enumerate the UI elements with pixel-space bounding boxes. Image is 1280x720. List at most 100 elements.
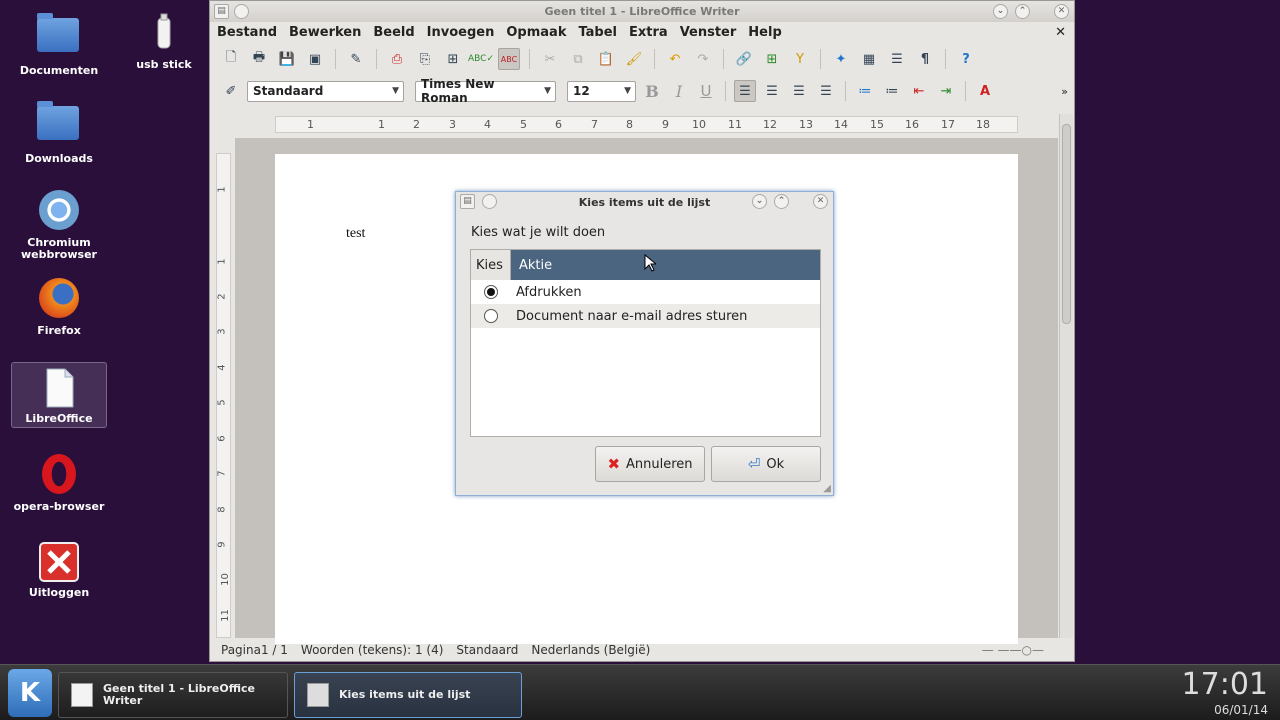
dialog-titlebar[interactable]: ▤ Kies items uit de lijst ⌄ ⌃ ✕ (456, 192, 833, 212)
save-as-icon[interactable]: ▣ (304, 48, 326, 70)
draw-icon[interactable]: Y (789, 48, 811, 70)
maximize-icon[interactable]: ⌃ (774, 194, 789, 209)
close-icon[interactable]: ✕ (813, 194, 828, 209)
resize-grip-icon[interactable]: ◢ (823, 483, 831, 494)
close-document-icon[interactable]: ✕ (1055, 25, 1066, 40)
increase-indent-icon[interactable]: ⇥ (935, 80, 957, 102)
menu-opmaak[interactable]: Opmaak (506, 25, 566, 40)
menu-venster[interactable]: Venster (680, 25, 737, 40)
cut-icon[interactable]: ✂ (539, 48, 561, 70)
window-menu-icon[interactable]: ▤ (214, 4, 229, 19)
ruler-tick: 9 (662, 118, 669, 131)
format-paintbrush-icon[interactable]: 🖌 (623, 48, 645, 70)
paragraph-style-select[interactable]: Standaard ▼ (247, 80, 404, 102)
ruler-tick: 10 (692, 118, 706, 131)
save-icon[interactable]: 💾 (276, 48, 298, 70)
vertical-ruler[interactable]: 1 1 2 3 4 5 6 7 8 9 10 11 (216, 153, 231, 638)
task-dialog[interactable]: Kies items uit de lijst (294, 672, 522, 718)
underline-icon[interactable]: U (695, 80, 717, 102)
italic-icon[interactable]: I (668, 80, 690, 102)
toolbar-separator (376, 49, 377, 69)
minimize-icon[interactable]: ⌄ (752, 194, 767, 209)
font-size-select[interactable]: 12 ▼ (567, 80, 636, 102)
menu-bestand[interactable]: Bestand (217, 25, 277, 40)
horizontal-ruler[interactable]: 1 1 2 3 4 5 6 7 8 9 10 11 12 13 14 15 16… (275, 116, 1018, 133)
styles-icon[interactable]: ✐ (220, 80, 242, 102)
desktop-icon-libreoffice[interactable]: LibreOffice (11, 362, 107, 428)
desktop-icon-opera[interactable]: opera-browser (11, 452, 107, 513)
formatting-marks-icon[interactable]: ¶ (914, 48, 936, 70)
copy-icon[interactable]: ⧉ (567, 48, 589, 70)
menu-extra[interactable]: Extra (629, 25, 668, 40)
desktop-icon-downloads[interactable]: Downloads (11, 100, 107, 165)
vertical-scrollbar[interactable] (1059, 114, 1073, 638)
desktop-icon-usb-stick[interactable]: usb stick (116, 12, 212, 71)
menu-invoegen[interactable]: Invoegen (427, 25, 495, 40)
align-left-icon[interactable]: ☰ (734, 80, 756, 102)
maximize-icon[interactable]: ⌃ (1015, 4, 1030, 19)
autospellcheck-icon[interactable]: ABC (498, 48, 520, 70)
edit-icon[interactable]: ✎ (345, 48, 367, 70)
close-icon[interactable]: ✕ (1054, 4, 1069, 19)
bold-icon[interactable]: B (641, 80, 663, 102)
paste-icon[interactable]: 📋 (595, 48, 617, 70)
navigator-icon[interactable]: ✦ (830, 48, 852, 70)
redo-icon[interactable]: ↷ (692, 48, 714, 70)
align-right-icon[interactable]: ☰ (788, 80, 810, 102)
datasources-icon[interactable]: ☰ (886, 48, 908, 70)
status-language[interactable]: Nederlands (België) (531, 643, 650, 657)
ruler-tick: 4 (216, 364, 228, 371)
radio-email[interactable] (484, 309, 498, 323)
justify-icon[interactable]: ☰ (815, 80, 837, 102)
clock[interactable]: 17:01 06/01/14 (1182, 669, 1268, 718)
font-color-icon[interactable]: A (974, 80, 996, 102)
ruler-tick: 6 (555, 118, 562, 131)
pin-icon[interactable] (234, 4, 249, 19)
status-page[interactable]: Pagina1 / 1 (221, 643, 288, 657)
task-writer[interactable]: Geen titel 1 - LibreOffice Writer (58, 672, 288, 718)
bullet-list-icon[interactable]: ≔ (881, 80, 903, 102)
list-item[interactable]: Afdrukken (471, 280, 820, 304)
minimize-icon[interactable]: ⌄ (993, 4, 1008, 19)
align-center-icon[interactable]: ☰ (761, 80, 783, 102)
scrollbar-thumb[interactable] (1062, 124, 1071, 324)
decrease-indent-icon[interactable]: ⇤ (908, 80, 930, 102)
print-preview-icon[interactable]: ⊞ (442, 48, 464, 70)
menu-tabel[interactable]: Tabel (578, 25, 617, 40)
ok-button[interactable]: ⏎ Ok (711, 446, 821, 482)
toolbar-overflow-icon[interactable]: » (1061, 85, 1068, 98)
pin-icon[interactable] (482, 194, 497, 209)
table-icon[interactable]: ⊞ (761, 48, 783, 70)
export-pdf-icon[interactable]: ⎙ (386, 48, 408, 70)
desktop-icon-chromium[interactable]: Chromium webbrowser (11, 188, 107, 261)
status-style[interactable]: Standaard (456, 643, 518, 657)
hyperlink-icon[interactable]: 🔗 (733, 48, 755, 70)
spellcheck-icon[interactable]: ABC✓ (468, 48, 494, 70)
status-words[interactable]: Woorden (tekens): 1 (4) (301, 643, 444, 657)
new-document-icon[interactable]: 🗋 (220, 48, 242, 70)
desktop-icon-uitloggen[interactable]: Uitloggen (11, 540, 107, 599)
cancel-button[interactable]: ✖ Annuleren (595, 446, 705, 482)
document-text[interactable]: test (346, 226, 365, 242)
writer-titlebar[interactable]: ▤ Geen titel 1 - LibreOffice Writer ⌄ ⌃ … (210, 1, 1074, 22)
zoom-slider[interactable]: — ——○— (982, 643, 1044, 657)
kde-menu-icon[interactable]: K (8, 669, 52, 717)
menu-help[interactable]: Help (748, 25, 781, 40)
font-name-select[interactable]: Times New Roman ▼ (415, 77, 556, 105)
print-icon[interactable]: 🖶 (248, 48, 270, 70)
radio-afdrukken[interactable] (484, 285, 498, 299)
numbered-list-icon[interactable]: ≔ (854, 80, 876, 102)
print-direct-icon[interactable]: ⎘ (414, 48, 436, 70)
window-menu-icon[interactable]: ▤ (460, 194, 475, 209)
menu-beeld[interactable]: Beeld (373, 25, 414, 40)
column-header-kies[interactable]: Kies (471, 250, 511, 280)
menu-bewerken[interactable]: Bewerken (289, 25, 361, 40)
undo-icon[interactable]: ↶ (664, 48, 686, 70)
ruler-tick: 1 (216, 186, 228, 193)
desktop-icon-firefox[interactable]: Firefox (11, 276, 107, 337)
column-header-aktie[interactable]: Aktie (511, 250, 820, 280)
desktop-icon-documenten[interactable]: Documenten (11, 12, 107, 77)
gallery-icon[interactable]: ▦ (858, 48, 880, 70)
help-icon[interactable]: ? (955, 48, 977, 70)
list-item[interactable]: Document naar e-mail adres sturen (471, 304, 820, 328)
